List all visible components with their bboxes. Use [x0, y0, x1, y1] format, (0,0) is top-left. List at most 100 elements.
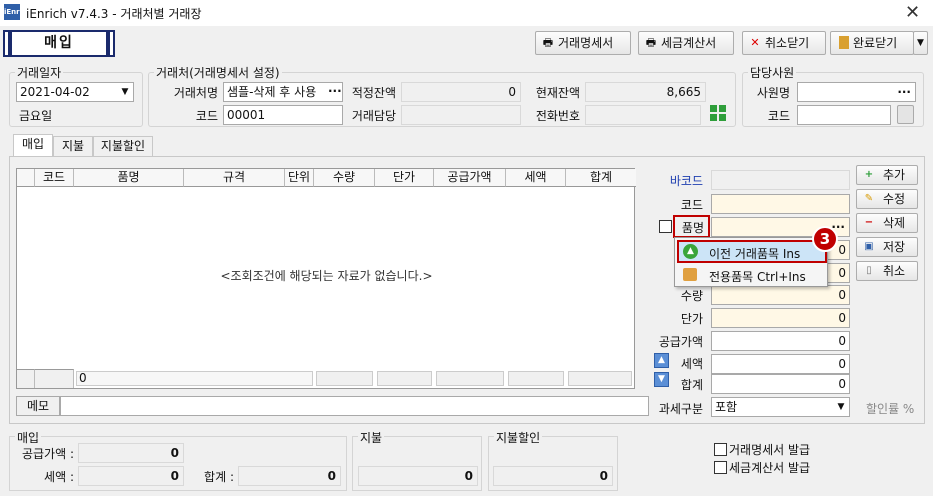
items-grid[interactable]: 코드 품명 규격 단위 수량 단가 공급가액 세액 합계 <조회조건에 해당되는…: [16, 168, 636, 389]
tax-invoice-button[interactable]: 🖶 세금계산서: [638, 31, 734, 55]
summary-tax-field: 0: [78, 466, 184, 486]
summary-total-field: 0: [238, 466, 341, 486]
edit-button[interactable]: ✎ 수정: [856, 189, 918, 209]
title-bar: iEnri iEnrich v7.4.3 - 거래처별 거래장 ✕: [0, 0, 933, 26]
item-code-field[interactable]: [711, 194, 850, 214]
done-close-dropdown[interactable]: ▼: [913, 31, 928, 55]
delete-icon: −: [864, 217, 874, 228]
save-button[interactable]: ▣ 저장: [856, 237, 918, 257]
current-balance-field: 8,665: [585, 82, 706, 102]
cancel-close-button[interactable]: ✕ 취소닫기: [742, 31, 826, 55]
grid-icon[interactable]: [710, 105, 727, 122]
done-close-label: 완료닫기: [853, 36, 898, 50]
issue-tax-invoice-label: 세금계산서 발급: [729, 461, 811, 475]
staff-lookup-icon[interactable]: [897, 105, 914, 124]
summary-supply-label: 공급가액 :: [21, 447, 74, 461]
issue-tax-invoice-checkbox[interactable]: [714, 461, 727, 474]
tab-payment[interactable]: 지불: [53, 136, 93, 156]
menu-item-previous-label: 이전 거래품목 Ins: [709, 247, 801, 261]
discount-rate-label: 할인률 %: [866, 402, 915, 416]
column-header-total[interactable]: 합계: [566, 169, 636, 187]
partner-code-label: 코드: [195, 109, 218, 123]
total-field[interactable]: 0: [711, 374, 850, 394]
delete-button[interactable]: − 삭제: [856, 213, 918, 233]
mode-label: 매입: [3, 30, 115, 57]
printer-icon: 🖶: [645, 36, 657, 49]
arrow-down-icon[interactable]: ▼: [654, 372, 669, 387]
column-header-item-name[interactable]: 품명: [74, 169, 184, 187]
hidden-field-2[interactable]: 0: [826, 263, 850, 283]
done-close-button[interactable]: 완료닫기: [830, 31, 914, 55]
tax-label: 세액: [680, 357, 703, 371]
app-icon: iEnri: [4, 4, 22, 20]
delete-label: 삭제: [883, 216, 906, 230]
memo-field[interactable]: [60, 396, 649, 416]
staff-code-label: 코드: [767, 109, 790, 123]
supply-field[interactable]: 0: [711, 331, 850, 351]
date-picker[interactable]: 2021-04-02 ▼: [16, 82, 134, 102]
barcode-field[interactable]: [711, 170, 850, 190]
phone-field: [585, 105, 701, 125]
door-icon: [839, 36, 849, 49]
column-header-supply[interactable]: 공급가액: [434, 169, 506, 187]
arrow-up-icon[interactable]: ▲: [654, 353, 669, 368]
column-header-code[interactable]: 코드: [35, 169, 74, 187]
partner-name-value: 샘플-삭제 후 사용: [227, 85, 317, 99]
pencil-icon: ✎: [864, 193, 874, 204]
weekday-label: 금요일: [19, 109, 53, 123]
menu-item-previous-items[interactable]: ▲ 이전 거래품목 Ins: [677, 240, 827, 263]
chevron-down-icon: ▼: [121, 87, 129, 97]
cancel-label: 취소: [883, 264, 906, 278]
up-arrow-icon: ▲: [683, 244, 698, 259]
close-icon[interactable]: ✕: [905, 2, 920, 23]
column-header-unit-price[interactable]: 단가: [375, 169, 434, 187]
partner-code-field[interactable]: 00001: [223, 105, 343, 125]
window-title: iEnrich v7.4.3 - 거래처별 거래장: [26, 7, 202, 21]
barcode-label: 바코드: [669, 174, 703, 188]
total-label: 합계: [680, 378, 703, 392]
menu-item-dedicated-items[interactable]: 전용품목 Ctrl+Ins: [677, 264, 827, 286]
unit-price-label: 단가: [680, 312, 703, 326]
partner-search-button[interactable]: ···: [328, 84, 342, 98]
statement-button[interactable]: 🖶 거래명세서: [535, 31, 631, 55]
summary-tax-label: 세액 :: [44, 470, 74, 484]
payment-summary-label: 지불: [358, 429, 385, 446]
item-name-checkbox[interactable]: [659, 220, 672, 233]
column-header-tax[interactable]: 세액: [506, 169, 566, 187]
payment-discount-label: 지불할인: [494, 429, 543, 446]
qty-label: 수량: [680, 289, 703, 303]
unit-price-field[interactable]: 0: [711, 308, 850, 328]
statement-label: 거래명세서: [558, 36, 614, 50]
qty-field[interactable]: 0: [711, 285, 850, 305]
column-header-unit[interactable]: 단위: [285, 169, 314, 187]
menu-item-dedicated-label: 전용품목 Ctrl+Ins: [709, 270, 806, 284]
users-icon: [683, 268, 697, 281]
contact-field: [401, 105, 521, 125]
issue-statement-checkbox[interactable]: [714, 443, 727, 456]
tax-invoice-label: 세금계산서: [661, 36, 717, 50]
printer-icon: 🖶: [542, 36, 554, 49]
proper-balance-label: 적정잔액: [351, 86, 396, 100]
add-button[interactable]: + 추가: [856, 165, 918, 185]
column-header-qty[interactable]: 수량: [314, 169, 375, 187]
tax-type-select[interactable]: 포함 ▼: [711, 397, 850, 417]
step-badge: 3: [812, 226, 838, 252]
issue-statement-label: 거래명세서 발급: [729, 443, 811, 457]
cancel-close-label: 취소닫기: [765, 36, 810, 50]
grid-header-corner: [17, 169, 35, 187]
tab-purchase[interactable]: 매입: [13, 134, 53, 157]
context-menu: ▲ 이전 거래품목 Ins 전용품목 Ctrl+Ins: [674, 237, 828, 287]
staff-search-button[interactable]: ···: [897, 83, 911, 101]
partner-name-field[interactable]: 샘플-삭제 후 사용: [223, 82, 343, 102]
staff-name-field[interactable]: ···: [797, 82, 916, 102]
column-header-spec[interactable]: 규격: [184, 169, 285, 187]
cancel-button[interactable]: ▯ 취소: [856, 261, 918, 281]
staff-code-field[interactable]: [797, 105, 891, 125]
grid-footer-count: 0: [76, 371, 313, 386]
tab-payment-discount[interactable]: 지불할인: [93, 136, 153, 156]
grid-footer-cell: [568, 371, 632, 386]
current-balance-label: 현재잔액: [535, 86, 580, 100]
add-label: 추가: [883, 168, 906, 182]
grid-footer-cell: [316, 371, 373, 386]
tax-field[interactable]: 0: [711, 354, 850, 374]
